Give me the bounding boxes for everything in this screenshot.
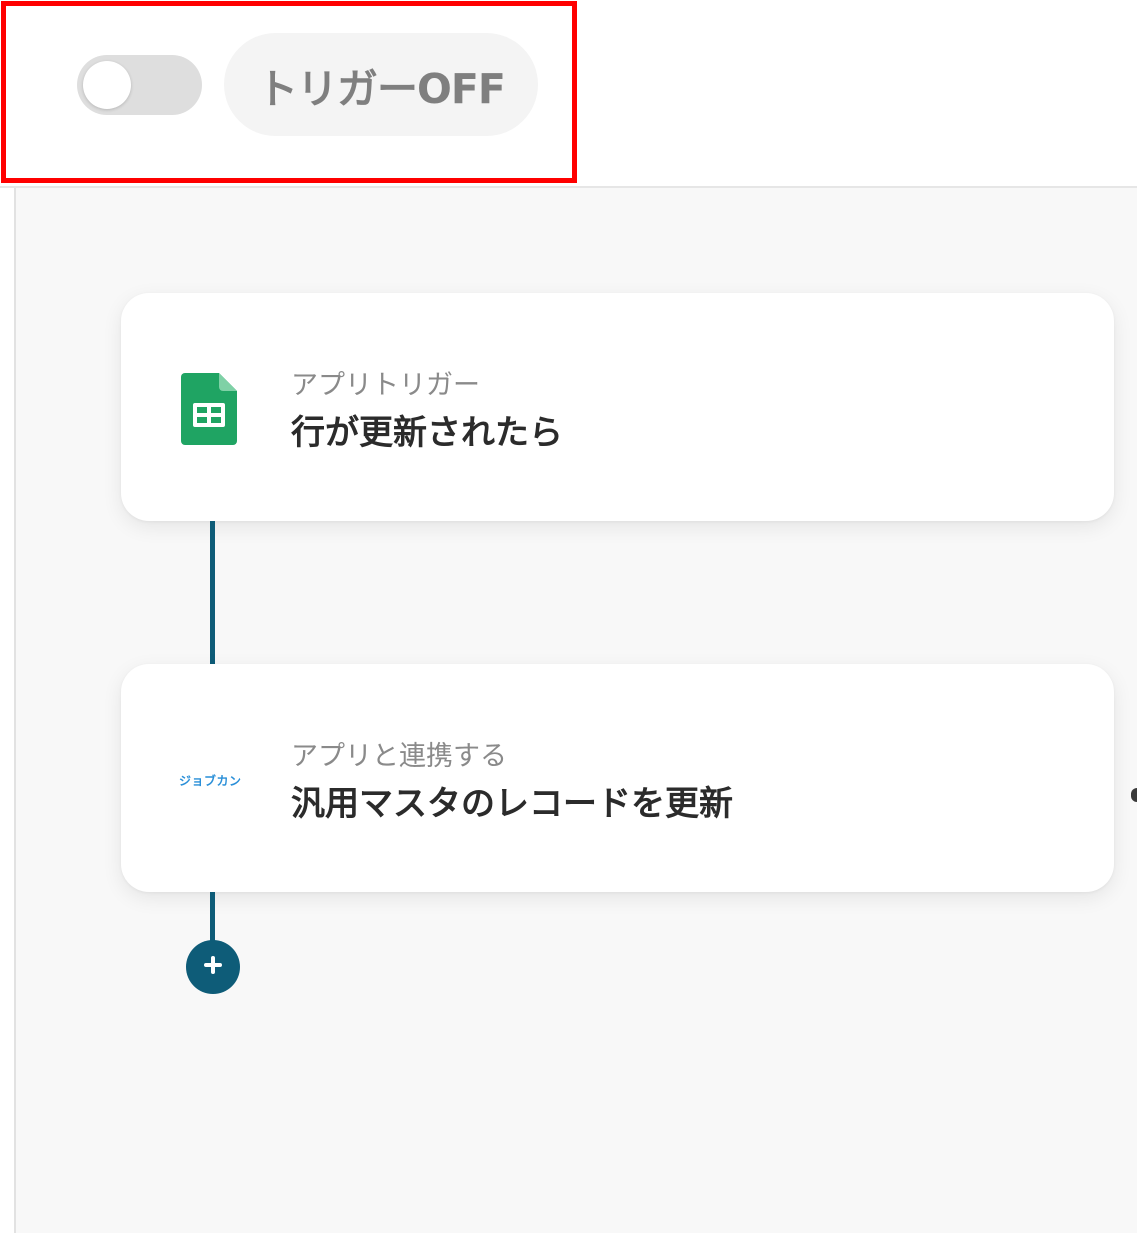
flow-connector (210, 892, 215, 942)
flow-step-action[interactable]: ジョブカン アプリと連携する 汎用マスタのレコードを更新 (121, 664, 1114, 892)
step-type-label: アプリトリガー (291, 370, 480, 401)
toggle-knob (83, 61, 131, 109)
jobcan-logo: ジョブカン (179, 774, 242, 788)
trigger-status-label: トリガーOFF (257, 64, 506, 113)
plus-icon (202, 954, 224, 980)
flow-step-trigger[interactable]: アプリトリガー 行が更新されたら (121, 293, 1114, 521)
step-title: 行が更新されたら (291, 413, 563, 453)
flow-connector (210, 521, 215, 664)
trigger-toggle[interactable] (77, 55, 202, 115)
add-step-button[interactable] (186, 940, 240, 994)
flow-header: トリガーOFF (0, 0, 1137, 188)
flow-editor-page: トリガーOFF アプリトリガー 行が更新されたら ジョブカン アプリと連携する … (0, 0, 1137, 1233)
google-sheets-icon (181, 373, 237, 449)
step-title: 汎用マスタのレコードを更新 (291, 784, 733, 824)
trigger-status-badge: トリガーOFF (224, 33, 538, 136)
step-handle-dot (1131, 788, 1137, 802)
step-type-label: アプリと連携する (291, 741, 507, 772)
